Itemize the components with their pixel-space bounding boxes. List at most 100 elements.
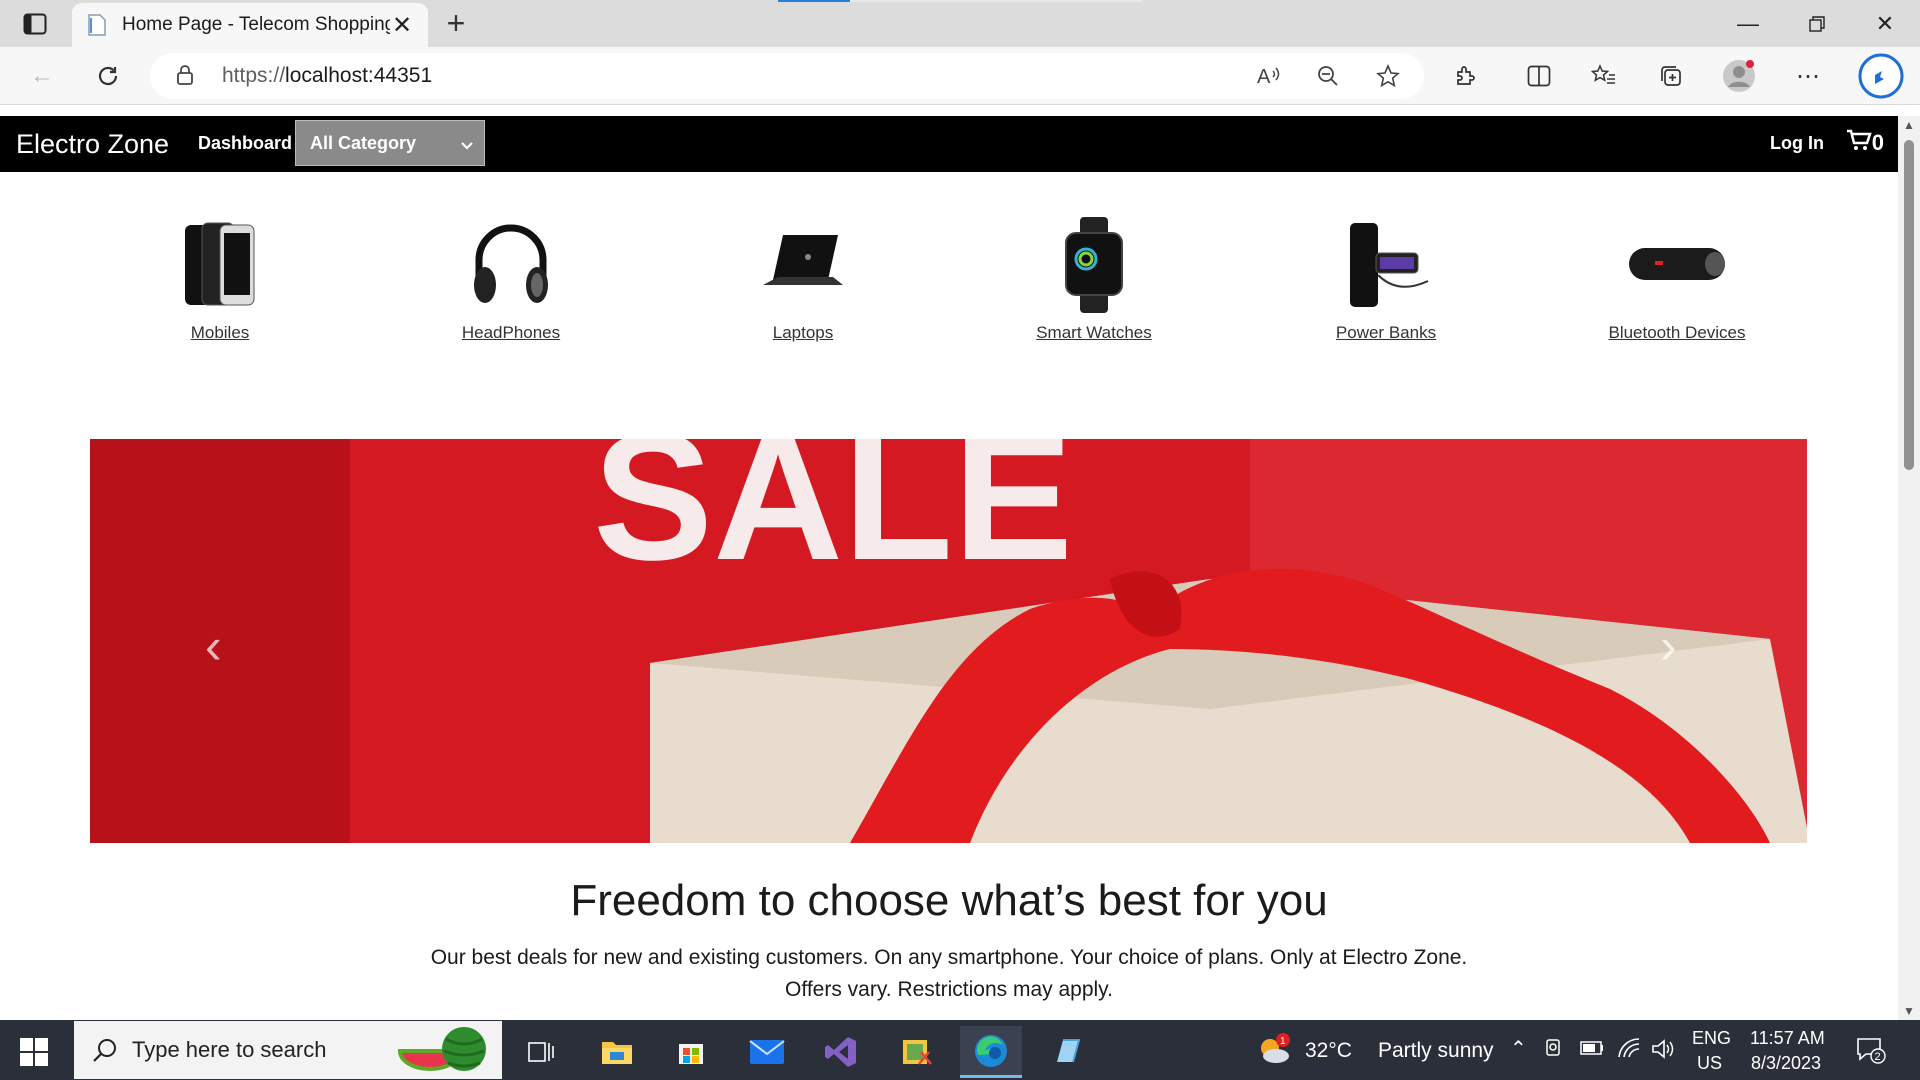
url-scheme: https:// <box>222 64 286 87</box>
hero-carousel: SALE ‹ › <box>90 439 1807 843</box>
login-link[interactable]: Log In <box>1770 133 1824 154</box>
category-item-bluetooth-devices[interactable]: Bluetooth Devices <box>1577 210 1777 343</box>
show-hidden-icons-icon[interactable]: ⌃ <box>1510 1036 1527 1061</box>
smart-watch-icon <box>1044 215 1144 315</box>
clock-date[interactable]: 8/3/2023 <box>1751 1053 1821 1074</box>
chevron-down-icon <box>460 135 474 156</box>
weather-badge: 1 <box>1280 1036 1286 1047</box>
tab-title: Home Page - Telecom Shopping <box>122 14 390 35</box>
favorite-star-icon[interactable] <box>1373 61 1403 91</box>
scroll-down-icon[interactable]: ▼ <box>1903 1004 1915 1018</box>
cart-icon <box>1846 129 1872 157</box>
collections-icon[interactable] <box>1651 56 1691 96</box>
watermelon-icon <box>394 1025 490 1080</box>
category-item-power-banks[interactable]: Power Banks <box>1286 210 1486 343</box>
promo-headline: Freedom to choose what’s best for you <box>570 876 1328 925</box>
tab-close-icon[interactable]: ✕ <box>390 11 414 40</box>
loading-indicator <box>778 0 850 2</box>
read-aloud-icon[interactable]: A <box>1254 61 1284 91</box>
url-text[interactable]: https://localhost:44351 <box>222 64 432 88</box>
back-icon[interactable]: ← <box>22 56 62 96</box>
address-bar[interactable]: https://localhost:44351 A <box>150 53 1424 99</box>
notification-count: 2 <box>1875 1051 1881 1063</box>
category-label: Bluetooth Devices <box>1608 323 1746 342</box>
search-placeholder: Type here to search <box>132 1037 327 1062</box>
volume-icon[interactable] <box>1651 1038 1675 1065</box>
category-label: Smart Watches <box>1036 323 1152 342</box>
zoom-out-icon[interactable] <box>1313 61 1343 91</box>
sale-text: SALE <box>593 439 1073 598</box>
mobile-phone-icon <box>170 215 270 315</box>
scroll-up-icon[interactable]: ▲ <box>1903 118 1915 132</box>
site-navbar: Electro Zone Dashboard All Category Log … <box>0 116 1898 172</box>
bluetooth-speaker-icon <box>1627 215 1727 315</box>
region-indicator[interactable]: US <box>1697 1053 1722 1074</box>
profile-avatar-icon[interactable] <box>1719 56 1759 96</box>
notification-center-icon[interactable]: 2 <box>1856 1036 1886 1069</box>
page-scrollbar[interactable]: ▲ ▼ <box>1898 116 1920 1020</box>
restore-icon[interactable] <box>1782 0 1852 47</box>
promo-subtext: Our best deals for new and existing cust… <box>0 942 1898 1006</box>
language-indicator[interactable]: ENG <box>1692 1028 1731 1049</box>
mail-icon[interactable] <box>736 1026 798 1078</box>
snipping-tool-icon[interactable] <box>886 1026 948 1078</box>
page-favicon-icon <box>86 13 108 37</box>
category-item-smart-watches[interactable]: Smart Watches <box>994 210 1194 343</box>
power-bank-icon <box>1336 215 1436 315</box>
lock-icon[interactable] <box>176 64 194 91</box>
bing-chat-icon[interactable] <box>1856 51 1906 101</box>
promo-line-1: Our best deals for new and existing cust… <box>430 946 1468 969</box>
split-screen-icon[interactable] <box>1519 56 1559 96</box>
weather-temp[interactable]: 32°C <box>1305 1039 1352 1063</box>
meet-now-icon[interactable] <box>1544 1038 1564 1065</box>
category-item-headphones[interactable]: HeadPhones <box>411 210 611 343</box>
url-host: localhost:44351 <box>285 64 433 87</box>
clock-time[interactable]: 11:57 AM <box>1750 1028 1825 1049</box>
loading-track <box>850 0 1142 2</box>
category-label: HeadPhones <box>461 323 561 342</box>
category-item-mobiles[interactable]: Mobiles <box>120 210 320 343</box>
weather-icon[interactable]: 1 <box>1256 1032 1292 1071</box>
site-brand[interactable]: Electro Zone <box>16 129 169 160</box>
category-row: Mobiles HeadPhones Laptops Smart Watches… <box>0 210 1898 350</box>
promo-line-2: Offers vary. Restrictions may apply. <box>785 978 1113 1001</box>
weather-text[interactable]: Partly sunny <box>1378 1039 1494 1063</box>
window-close-icon[interactable]: ✕ <box>1850 0 1920 47</box>
svg-text:A: A <box>1257 66 1271 87</box>
category-item-laptops[interactable]: Laptops <box>703 210 903 343</box>
minimize-icon[interactable]: — <box>1713 0 1783 47</box>
sale-banner-image: SALE <box>90 439 1807 843</box>
cart-count: 0 <box>1871 130 1884 155</box>
favorites-icon[interactable] <box>1584 56 1624 96</box>
taskbar-search-box[interactable]: Type here to search <box>74 1021 502 1079</box>
category-label: Power Banks <box>1335 323 1437 342</box>
laptop-icon <box>753 215 853 315</box>
category-label: Laptops <box>772 323 834 342</box>
visual-studio-icon[interactable] <box>810 1026 872 1078</box>
scrollbar-thumb[interactable] <box>1904 140 1914 470</box>
task-view-icon[interactable] <box>510 1026 572 1078</box>
new-tab-icon[interactable]: + <box>440 7 472 40</box>
category-select[interactable]: All Category <box>295 120 485 166</box>
carousel-next-icon[interactable]: › <box>1660 617 1677 675</box>
windows-taskbar: Type here to search 1 32°C Partly sunny … <box>0 1020 1920 1080</box>
tab-actions-icon[interactable] <box>14 10 56 38</box>
microsoft-store-icon[interactable] <box>660 1026 722 1078</box>
browser-tab-active[interactable]: Home Page - Telecom Shopping ✕ <box>72 3 428 47</box>
nav-dashboard-link[interactable]: Dashboard <box>198 133 292 154</box>
cart-button[interactable]: 0 <box>1846 129 1884 157</box>
edge-browser-icon[interactable] <box>960 1026 1022 1078</box>
category-label: Mobiles <box>190 323 250 342</box>
browser-toolbar: ← https://localhost:44351 A ⋯ <box>0 47 1920 105</box>
carousel-prev-icon[interactable]: ‹ <box>205 617 222 675</box>
file-explorer-icon[interactable] <box>586 1026 648 1078</box>
extensions-icon[interactable] <box>1446 56 1486 96</box>
headphones-icon <box>461 215 561 315</box>
refresh-icon[interactable] <box>88 56 128 96</box>
battery-icon[interactable] <box>1580 1041 1604 1060</box>
windows-start-icon[interactable] <box>14 1034 54 1070</box>
search-icon <box>92 1037 118 1068</box>
app-pinned-icon[interactable] <box>1036 1026 1098 1078</box>
more-menu-icon[interactable]: ⋯ <box>1788 56 1828 96</box>
wifi-icon[interactable] <box>1617 1037 1641 1064</box>
